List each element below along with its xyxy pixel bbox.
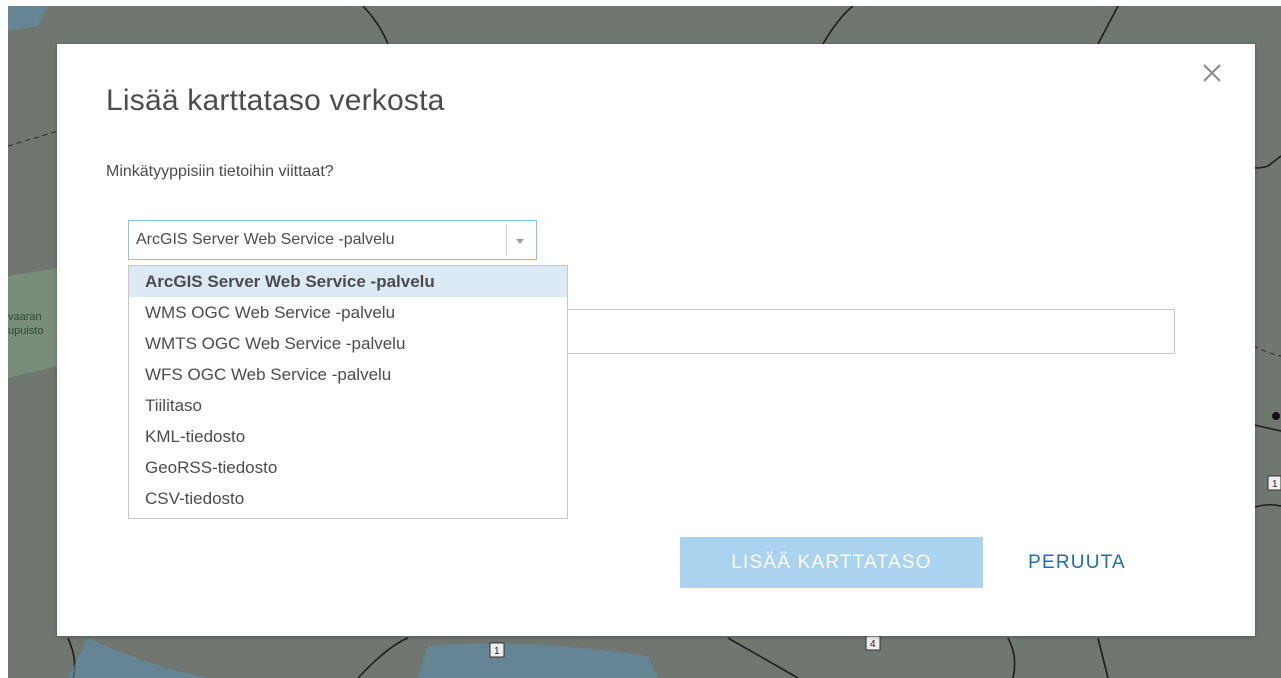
road-shield-label: 1 xyxy=(1272,479,1278,490)
dropdown-option[interactable]: WMS OGC Web Service -palvelu xyxy=(129,297,567,328)
map-label: vaaran xyxy=(8,311,42,323)
data-type-question: Minkätyyppisiin tietoihin viittaat? xyxy=(106,163,334,180)
dropdown-option[interactable]: ArcGIS Server Web Service -palvelu xyxy=(129,266,567,297)
road-shield-label: 4 xyxy=(870,639,876,650)
data-type-dropdown-list: ArcGIS Server Web Service -palvelu WMS O… xyxy=(128,265,568,519)
add-layer-dialog: Lisää karttataso verkosta Minkätyyppisii… xyxy=(57,44,1255,636)
dialog-title: Lisää karttataso verkosta xyxy=(106,84,445,117)
add-layer-button[interactable]: LISÄÄ KARTTATASO xyxy=(680,537,983,588)
dropdown-option[interactable]: WMTS OGC Web Service -palvelu xyxy=(129,328,567,359)
dropdown-option[interactable]: Tiilitaso xyxy=(129,390,567,421)
select-divider xyxy=(506,224,507,256)
dropdown-option[interactable]: GeoRSS-tiedosto xyxy=(129,452,567,483)
dropdown-option[interactable]: CSV-tiedosto xyxy=(129,483,567,514)
cancel-button[interactable]: PERUUTA xyxy=(1012,537,1142,588)
dropdown-option[interactable]: WFS OGC Web Service -palvelu xyxy=(129,359,567,390)
close-icon xyxy=(1203,64,1221,82)
dropdown-option[interactable]: KML-tiedosto xyxy=(129,421,567,452)
data-type-select-value: ArcGIS Server Web Service -palvelu xyxy=(136,231,395,248)
chevron-down-icon[interactable] xyxy=(513,236,527,246)
map-point xyxy=(1272,412,1280,420)
map-label: upuisto xyxy=(8,325,44,337)
close-button[interactable] xyxy=(1199,60,1225,86)
data-type-select[interactable]: ArcGIS Server Web Service -palvelu xyxy=(128,220,537,260)
road-shield-label: 1 xyxy=(494,646,500,657)
